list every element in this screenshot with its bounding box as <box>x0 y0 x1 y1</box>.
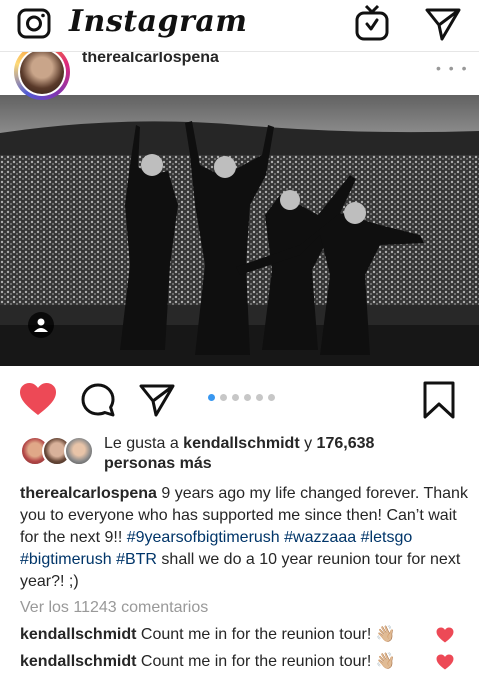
hashtag-link[interactable]: #letsgo <box>361 529 413 546</box>
avatar[interactable] <box>14 44 70 100</box>
hashtag-link[interactable]: #wazzaaa <box>284 529 356 546</box>
carousel-indicator <box>208 394 275 401</box>
direct-message-icon[interactable] <box>424 6 462 42</box>
top-navigation-bar: Instagram <box>0 0 479 52</box>
share-icon[interactable] <box>138 382 176 418</box>
comment-text: Count me in for the reunion tour! 👋🏼 <box>136 626 396 643</box>
comment-like-heart-icon[interactable] <box>436 654 454 670</box>
igtv-icon[interactable] <box>354 4 390 42</box>
hashtag-link[interactable]: #9yearsofbigtimerush <box>127 529 280 546</box>
comment-icon[interactable] <box>80 382 116 418</box>
comment-row: kendallschmidt Count me in for the reuni… <box>20 651 470 673</box>
post-caption: therealcarlospena 9 years ago my life ch… <box>20 483 470 593</box>
like-heart-icon[interactable] <box>19 382 57 416</box>
carousel-dot <box>268 394 275 401</box>
post-image[interactable] <box>0 95 479 366</box>
caption-username[interactable]: therealcarlospena <box>20 485 157 502</box>
liker-avatars <box>20 436 100 468</box>
tagged-people-icon[interactable] <box>28 312 54 338</box>
comment-username[interactable]: kendallschmidt <box>20 653 136 670</box>
likes-summary[interactable]: Le gusta a kendallschmidt y 176,638 perso… <box>20 434 470 474</box>
likes-count[interactable]: 176,638 <box>317 435 375 452</box>
likes-text: Le gusta a kendallschmidt y 176,638 perso… <box>104 434 474 474</box>
carousel-dot <box>232 394 239 401</box>
comment-like-heart-icon[interactable] <box>436 627 454 643</box>
bookmark-icon[interactable] <box>422 380 456 420</box>
liker-username[interactable]: kendallschmidt <box>183 435 299 452</box>
carousel-dot <box>220 394 227 401</box>
comment-text: Count me in for the reunion tour! 👋🏼 <box>136 653 396 670</box>
carousel-dot <box>208 394 215 401</box>
more-options-icon[interactable]: • • • <box>436 60 468 76</box>
likes-suffix[interactable]: personas más <box>104 455 212 472</box>
instagram-logo: Instagram <box>69 4 248 39</box>
hashtag-link[interactable]: #BTR <box>116 551 157 568</box>
comment-username[interactable]: kendallschmidt <box>20 626 136 643</box>
camera-icon[interactable] <box>16 5 52 41</box>
carousel-dot <box>244 394 251 401</box>
view-all-comments-link[interactable]: Ver los 11243 comentarios <box>20 599 208 617</box>
hashtag-link[interactable]: #bigtimerush <box>20 551 112 568</box>
comment-row: kendallschmidt Count me in for the reuni… <box>20 624 470 646</box>
carousel-dot <box>256 394 263 401</box>
likes-middle: y <box>299 435 317 452</box>
post-actions-bar <box>0 376 479 422</box>
avatar <box>64 436 94 466</box>
likes-prefix: Le gusta a <box>104 435 184 452</box>
